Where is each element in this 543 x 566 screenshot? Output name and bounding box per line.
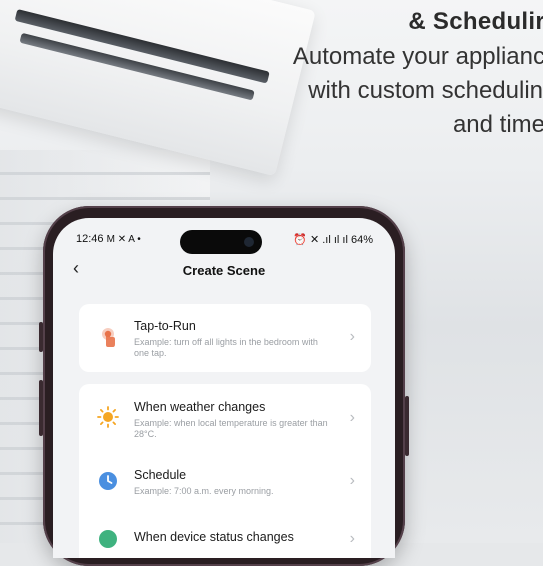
phone-screen: 12:46 M ✕ A • ⏰ ✕ .ıl ıl ıl 64% ‹ Create… <box>53 218 395 558</box>
option-example: Example: 7:00 a.m. every morning. <box>134 486 274 496</box>
page-title: Create Scene <box>182 263 266 278</box>
chevron-right-icon: › <box>349 530 355 547</box>
sun-icon <box>97 406 119 428</box>
option-example: Example: when local temperature is great… <box>134 418 328 439</box>
dynamic-island <box>180 230 262 254</box>
camera-icon <box>244 237 254 247</box>
headline-line-1: Automate your applianc <box>292 43 543 70</box>
option-example: Example: turn off all lights in the bedr… <box>134 337 318 358</box>
headline-line-2: with custom schedulin <box>308 77 543 104</box>
status-icons: ⏰ ✕ .ıl ıl ıl 64% <box>293 234 373 246</box>
option-title: When weather changes <box>134 400 266 414</box>
option-row-device-status[interactable]: When device status changes › <box>79 516 371 558</box>
option-title: Tap-to-Run <box>134 319 196 333</box>
option-row-schedule[interactable]: Schedule Example: 7:00 a.m. every mornin… <box>79 450 371 516</box>
option-title: When device status changes <box>134 530 294 544</box>
tap-icon <box>102 328 115 347</box>
tap-to-run-card[interactable]: Tap-to-Run Example: turn off all lights … <box>79 304 371 372</box>
chevron-right-icon: › <box>349 472 355 489</box>
option-row-tap-to-run[interactable]: Tap-to-Run Example: turn off all lights … <box>79 304 371 372</box>
chevron-right-icon: › <box>349 328 355 345</box>
device-icon <box>99 530 117 548</box>
headline-line-3: and time <box>452 111 543 138</box>
status-bar: 12:46 M ✕ A • ⏰ ✕ .ıl ıl ıl 64% <box>53 218 395 254</box>
chevron-right-icon: › <box>349 409 355 426</box>
conditions-card: When weather changes Example: when local… <box>79 384 371 558</box>
option-title: Schedule <box>134 468 187 482</box>
phone-side-button <box>405 396 409 456</box>
phone-side-button <box>39 322 43 352</box>
nav-bar: ‹ Create Scene <box>53 254 395 284</box>
clock-icon <box>99 472 117 490</box>
headline-title: & Schedulir <box>408 8 543 35</box>
phone-side-button <box>39 380 43 436</box>
promo-headline: & Schedulir Automate your applianc with … <box>293 4 543 142</box>
status-time: 12:46 M ✕ A • <box>76 233 141 245</box>
option-row-weather[interactable]: When weather changes Example: when local… <box>79 384 371 450</box>
